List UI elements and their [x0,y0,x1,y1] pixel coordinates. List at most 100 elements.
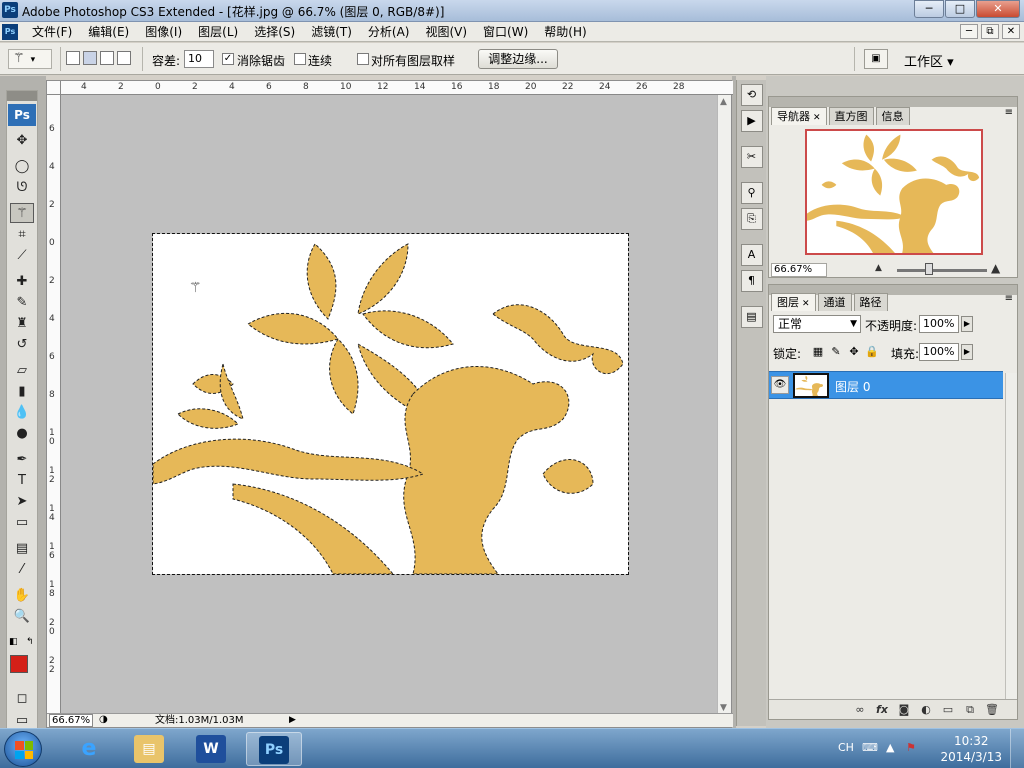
lock-pixels-icon[interactable]: ✎ [829,345,843,359]
navigator-zoom-field[interactable]: 66.67% [771,263,827,277]
close-button[interactable]: ✕ [976,0,1020,18]
type-tool-icon[interactable]: T [10,470,34,490]
start-button[interactable] [4,731,42,767]
show-desktop-button[interactable] [1010,729,1024,768]
minimize-button[interactable]: ─ [914,0,944,18]
path-selection-tool-icon[interactable]: ➤ [10,491,34,511]
zoom-tool-icon[interactable]: 🔍 [10,606,34,626]
rectangle-tool-icon[interactable]: ▭ [10,512,34,532]
eraser-tool-icon[interactable]: ▱ [10,360,34,380]
dodge-tool-icon[interactable]: ● [10,423,34,443]
workspace-menu[interactable]: 工作区 ▾ [904,51,954,70]
menu-item[interactable]: 帮助(H) [536,24,594,40]
trash-icon[interactable]: 🗑 [981,702,1003,718]
pen-tool-icon[interactable]: ✒ [10,449,34,469]
fill-input[interactable]: 100% [919,343,959,361]
tab-histogram[interactable]: 直方图 [828,107,874,125]
slice-tool-icon[interactable]: ⟋ [10,245,34,265]
gradient-tool-icon[interactable]: ▮ [10,381,34,401]
brush-tool-icon[interactable]: ✎ [10,292,34,312]
clock[interactable]: 10:32 2014/3/13 [940,733,1002,765]
actions-icon[interactable]: ▶ [740,110,763,132]
character-icon[interactable]: A [740,244,763,266]
brushes-icon[interactable]: ⚲ [740,182,763,204]
menu-item[interactable]: 文件(F) [24,24,80,40]
new-layer-icon[interactable]: ⧉ [959,702,981,718]
menu-item[interactable]: 图层(L) [190,24,246,40]
lock-position-icon[interactable]: ✥ [847,345,861,359]
new-selection-icon[interactable] [66,51,80,65]
zoom-in-icon[interactable]: ▲ [991,261,1000,275]
palette-well-icon[interactable]: ▣ [864,49,888,69]
ps-badge[interactable]: Ps [8,104,36,126]
blend-mode-select[interactable]: 正常 ▼ [773,315,861,333]
input-language[interactable]: CH [838,741,854,754]
navigator-zoom-slider[interactable] [897,269,987,272]
eye-icon[interactable]: 👁 [771,376,789,394]
contiguous-checkbox[interactable] [294,53,306,65]
image-canvas[interactable]: ⚚ [152,233,629,575]
tool-presets-icon[interactable]: ✂ [740,146,763,168]
panel-menu-icon[interactable]: ≡ [1005,293,1013,304]
menu-item[interactable]: 分析(A) [360,24,418,40]
doc-minimize-button[interactable]: ─ [960,24,978,39]
navigator-thumbnail[interactable] [805,129,983,255]
screen-mode-icon[interactable]: ▭ [10,710,34,730]
tab-channels[interactable]: 通道 [817,293,852,311]
tab-layers[interactable]: 图层 ✕ [771,293,816,311]
doc-close-button[interactable]: ✕ [1002,24,1020,39]
sample-all-layers-checkbox[interactable] [357,53,369,65]
panel-menu-icon[interactable]: ≡ [1005,107,1013,118]
fx-icon[interactable]: fx [871,702,893,718]
lock-transparency-icon[interactable]: ▦ [811,345,825,359]
eyedropper-tool-icon[interactable]: ⁄ [10,559,34,579]
subtract-selection-icon[interactable] [100,51,114,65]
show-hidden-icons-icon[interactable]: ▲ [886,741,894,754]
notes-tool-icon[interactable]: ▤ [10,538,34,558]
ps-logo[interactable]: Ps [2,24,18,40]
healing-brush-tool-icon[interactable]: ✚ [10,271,34,291]
scroll-up-icon[interactable]: ▲ [720,97,727,107]
group-icon[interactable]: ▭ [937,702,959,718]
menu-item[interactable]: 滤镜(T) [303,24,360,40]
default-colors-icon[interactable]: ◧ [9,637,18,647]
clone-stamp-tool-icon[interactable]: ♜ [10,313,34,333]
tab-navigator[interactable]: 导航器 ✕ [771,107,827,125]
antialias-checkbox[interactable]: ✓ [222,53,234,65]
ie-taskbar-button[interactable]: e [62,732,118,766]
quick-mask-icon[interactable]: ◻ [10,688,34,708]
ruler-origin[interactable] [47,81,61,95]
link-layers-icon[interactable]: ∞ [849,702,871,718]
blur-tool-icon[interactable]: 💧 [10,402,34,422]
layer-thumbnail[interactable] [793,373,829,398]
explorer-taskbar-button[interactable]: ▤ [122,732,178,766]
hand-tool-icon[interactable]: ✋ [10,585,34,605]
lock-all-icon[interactable]: 🔒 [865,345,879,359]
mask-icon[interactable]: ◙ [893,702,915,718]
layers-scrollbar[interactable] [1005,373,1017,699]
menu-item[interactable]: 窗口(W) [475,24,536,40]
maximize-button[interactable]: □ [945,0,975,18]
status-menu-arrow-icon[interactable]: ▶ [289,715,296,726]
tolerance-input[interactable]: 10 [184,50,214,68]
keyboard-icon[interactable]: ⌨ [862,741,878,754]
status-preview-icon[interactable]: ◑ [99,714,108,725]
opacity-arrow-icon[interactable]: ▶ [961,316,973,332]
ellipse-marquee-tool-icon[interactable]: ◯ [10,156,34,176]
horizontal-ruler[interactable]: 4 2 0 2 4 6 8 10 12 14 16 18 20 22 24 26 28 [61,81,733,95]
vertical-ruler[interactable]: 6 4 2 0 2 4 6 8 10 12 14 16 18 20 22 [47,95,61,715]
crop-tool-icon[interactable]: ⌗ [10,224,34,244]
intersect-selection-icon[interactable] [117,51,131,65]
zoom-field[interactable]: 66.67% [49,714,93,727]
refine-edge-button[interactable]: 调整边缘... [478,49,558,69]
close-icon[interactable]: ✕ [802,299,810,309]
tab-paths[interactable]: 路径 [853,293,888,311]
paragraph-icon[interactable]: ¶ [740,270,763,292]
opacity-input[interactable]: 100% [919,315,959,333]
word-taskbar-button[interactable]: W [184,732,240,766]
move-tool-icon[interactable]: ✥ [10,130,34,150]
foreground-color-swatch[interactable] [10,655,28,673]
menu-item[interactable]: 选择(S) [246,24,303,40]
fill-arrow-icon[interactable]: ▶ [961,344,973,360]
adjustment-icon[interactable]: ◐ [915,702,937,718]
